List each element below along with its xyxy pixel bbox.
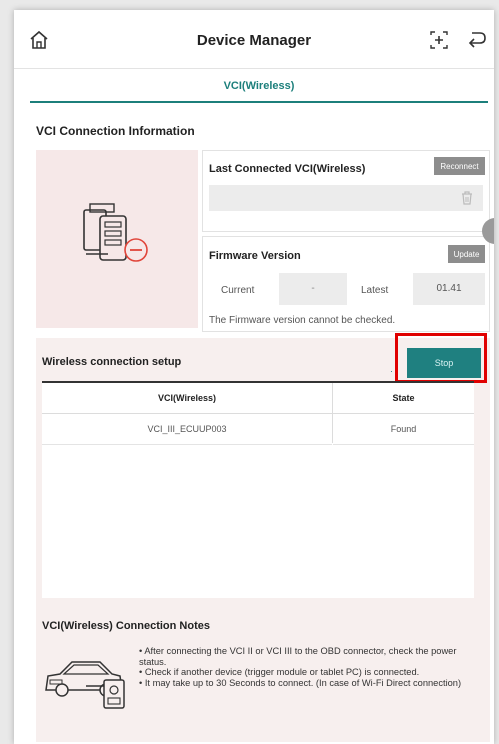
column-header-vci: VCI(Wireless) bbox=[42, 383, 332, 414]
car-obd-icon bbox=[42, 650, 136, 717]
note-line: • Check if another device (trigger modul… bbox=[139, 667, 420, 678]
firmware-card: Firmware Version Update Current - Latest… bbox=[202, 236, 490, 332]
last-connected-value bbox=[209, 185, 483, 211]
column-header-state: State bbox=[333, 383, 474, 414]
tab-vci-wireless[interactable]: VCI(Wireless) bbox=[30, 69, 488, 103]
update-button[interactable]: Update bbox=[448, 245, 485, 263]
app-header: Device Manager bbox=[14, 10, 494, 69]
add-device-icon[interactable] bbox=[428, 30, 450, 50]
last-connected-label: Last Connected VCI(Wireless) bbox=[209, 163, 366, 175]
note-line: • It may take up to 30 Seconds to connec… bbox=[139, 677, 462, 688]
vci-state-cell: Found bbox=[333, 414, 474, 445]
scanning-indicator: · bbox=[390, 366, 393, 376]
notes-title: VCI(Wireless) Connection Notes bbox=[42, 620, 210, 632]
highlight-frame bbox=[395, 333, 487, 383]
latest-version-value: 01.41 bbox=[413, 273, 485, 305]
wireless-setup-title: Wireless connection setup bbox=[42, 356, 182, 368]
last-connected-card: Last Connected VCI(Wireless) Reconnect bbox=[202, 150, 490, 232]
latest-version-label: Latest bbox=[361, 285, 389, 296]
note-line: • After connecting the VCI II or VCI III… bbox=[139, 646, 457, 667]
vci-device-illustration bbox=[36, 150, 198, 328]
reconnect-button[interactable]: Reconnect bbox=[434, 157, 485, 175]
notes-text: • After connecting the VCI II or VCI III… bbox=[139, 646, 473, 688]
firmware-message: The Firmware version cannot be checked. bbox=[209, 315, 396, 326]
vci-list-table: VCI(Wireless) State VCI_III_ECUUP003 Fou… bbox=[42, 381, 474, 598]
trash-icon[interactable] bbox=[461, 191, 473, 210]
connection-info-title: VCI Connection Information bbox=[36, 124, 195, 138]
vci-disconnected-icon bbox=[83, 203, 148, 262]
exit-icon[interactable] bbox=[466, 29, 488, 51]
tab-label: VCI(Wireless) bbox=[223, 80, 295, 92]
vci-name-cell: VCI_III_ECUUP003 bbox=[42, 414, 332, 445]
current-version-value: - bbox=[279, 273, 347, 305]
current-version-label: Current bbox=[221, 285, 255, 296]
firmware-label: Firmware Version bbox=[209, 250, 301, 262]
page-title: Device Manager bbox=[196, 32, 312, 49]
device-manager-screen: Device Manager VCI(Wireless) VCI Connect… bbox=[14, 10, 494, 744]
